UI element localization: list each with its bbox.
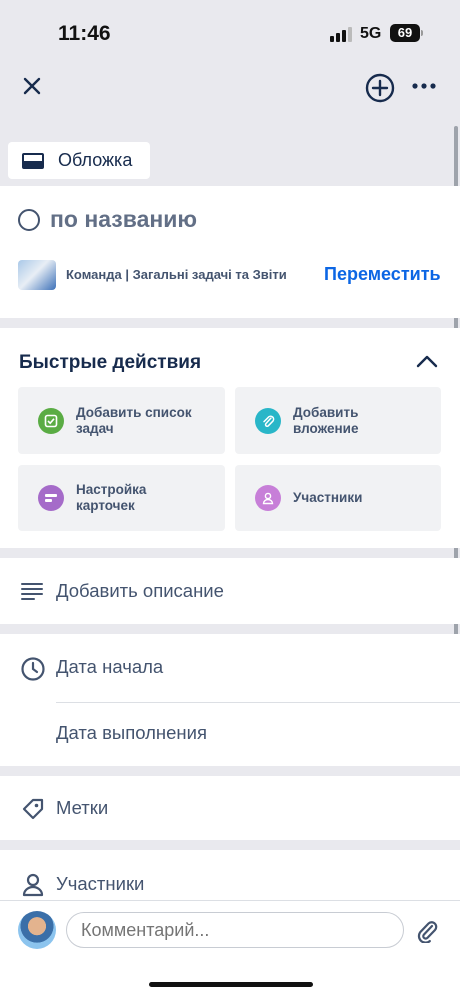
comment-input[interactable] [66,912,404,948]
more-icon[interactable] [410,76,438,96]
cover-label: Обложка [58,150,133,170]
cover-icon [22,152,44,169]
avatar [18,911,56,949]
complete-checkbox[interactable] [18,208,40,231]
add-checklist-label: Добавить список задач [76,404,192,436]
card-title[interactable]: по названию [50,206,197,233]
checklist-icon [38,407,64,434]
start-date-row[interactable]: Дата начала [56,656,163,678]
cover-button[interactable]: Обложка [8,142,150,179]
network-label: 5G [360,25,382,42]
description-label: Добавить описание [56,580,224,601]
person-icon [20,872,46,898]
divider [56,702,460,703]
card-settings-tile[interactable]: Настройка карточек [18,465,225,531]
add-attachment-tile[interactable]: Добавить вложение [235,387,441,454]
members-tile[interactable]: Участники [235,465,441,531]
quick-actions-title: Быстрые действия [19,352,202,373]
dates-section [0,634,460,766]
add-checklist-tile[interactable]: Добавить список задач [18,387,225,454]
board-label: Команда | Загальні задачі та Звіти [66,267,287,282]
battery-tip [421,30,423,36]
home-indicator [149,982,313,987]
members-tile-label: Участники [293,490,363,505]
add-attachment-label: Добавить вложение [293,404,359,436]
card-settings-icon [38,485,64,511]
labels-label: Метки [56,797,109,818]
signal-icon [330,26,352,42]
chevron-up-icon[interactable] [416,354,438,373]
person-icon [255,485,281,511]
plus-circle-icon[interactable] [364,72,396,104]
battery-icon: 69 [390,24,420,42]
members-label: Участники [56,873,145,894]
attachment-icon[interactable] [414,918,440,944]
description-icon [20,580,44,602]
card-title-row: по названию [18,206,197,233]
status-time: 11:46 [58,22,111,45]
board-thumbnail [18,260,56,290]
due-date-row[interactable]: Дата выполнения [56,722,207,744]
card-settings-label: Настройка карточек [76,482,147,513]
tag-icon [20,796,46,822]
move-button[interactable]: Переместить [324,264,441,285]
paperclip-icon [255,407,281,434]
close-icon[interactable] [18,72,46,100]
clock-icon [20,656,46,682]
